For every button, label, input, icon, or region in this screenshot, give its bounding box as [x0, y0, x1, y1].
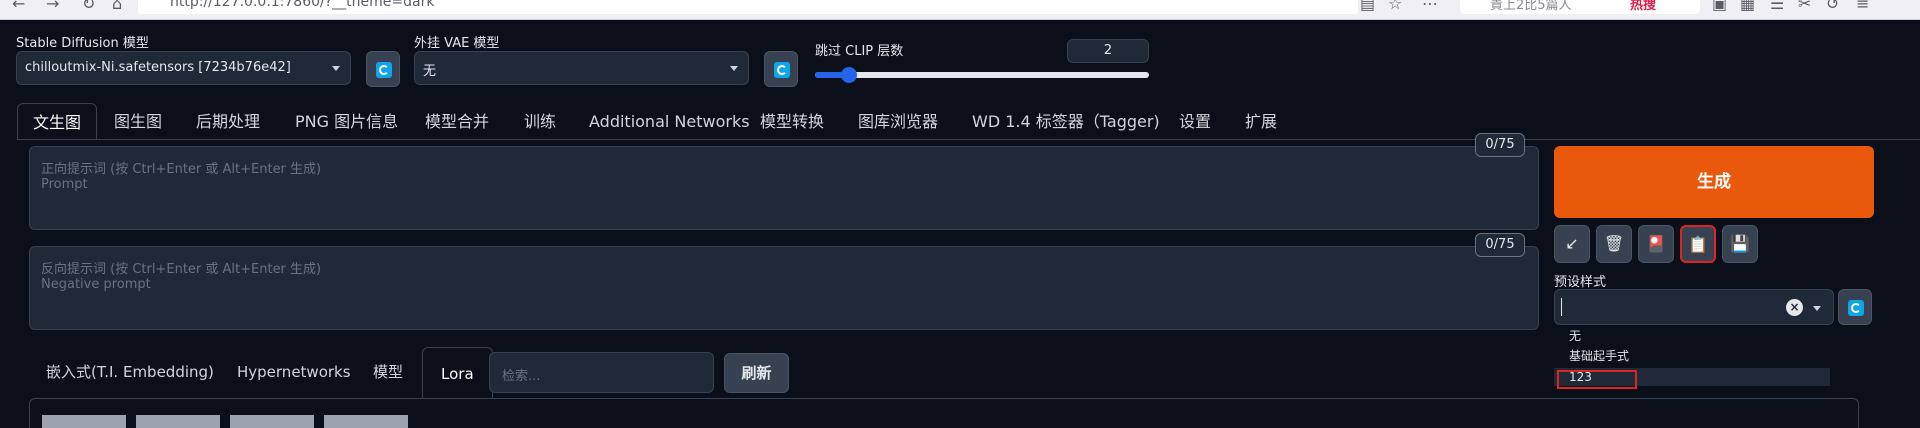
scissors-icon[interactable]: ✂	[1798, 0, 1811, 13]
vae-refresh-button[interactable]	[764, 51, 798, 87]
vae-dropdown[interactable]: 无	[414, 51, 749, 85]
prompt-placeholder-en: Prompt	[41, 177, 88, 192]
browser-toolbar: ← → ↻ ⌂ http://127.0.0.1:7860/?__theme=d…	[0, 0, 1920, 20]
negative-prompt-placeholder: 反向提示词 (按 Ctrl+Enter 或 Alt+Enter 生成)	[41, 262, 322, 277]
sd-model-refresh-button[interactable]	[366, 51, 400, 87]
vae-label: 外挂 VAE 模型	[414, 36, 500, 51]
reload-icon[interactable]: ↻	[82, 0, 95, 13]
lora-card[interactable]	[230, 415, 314, 428]
extra-networks-refresh-button[interactable]: 刷新	[724, 353, 789, 393]
hot-badge[interactable]: 热搜	[1630, 0, 1656, 13]
tab-settings[interactable]: 设置	[1179, 103, 1211, 140]
negative-prompt-token-counter: 0/75	[1475, 233, 1525, 257]
lora-card[interactable]	[42, 415, 126, 428]
tab-png-info[interactable]: PNG 图片信息	[295, 103, 398, 140]
clip-skip-slider-thumb[interactable]	[841, 67, 857, 83]
more-icon[interactable]: ⋯	[1422, 0, 1438, 13]
lora-card[interactable]	[324, 415, 408, 428]
vae-value: 无	[423, 64, 437, 79]
chevron-down-icon	[730, 66, 738, 71]
negative-prompt-textarea[interactable]: 反向提示词 (按 Ctrl+Enter 或 Alt+Enter 生成) Nega…	[29, 246, 1539, 330]
menu-icon[interactable]: ≡	[1856, 0, 1869, 13]
tab-train[interactable]: 训练	[524, 103, 556, 140]
sd-model-dropdown[interactable]: chilloutmix-Ni.safetensors [7234b76e42]	[16, 51, 351, 85]
clip-skip-label: 跳过 CLIP 层数	[815, 44, 904, 59]
tab-txt2img[interactable]: 文生图	[17, 103, 98, 140]
apply-style-button[interactable]: 📋	[1680, 225, 1716, 263]
style-option-basic[interactable]: 基础起手式	[1554, 347, 1830, 365]
style-option-highlight	[1557, 370, 1637, 389]
bookmark-star-icon[interactable]: ☆	[1388, 0, 1402, 13]
sd-model-value: chilloutmix-Ni.safetensors [7234b76e42]	[25, 60, 291, 75]
tab-additional-networks[interactable]: Additional Networks	[589, 103, 750, 140]
prompt-token-counter: 0/75	[1475, 133, 1525, 157]
tab-img2img[interactable]: 图生图	[114, 103, 162, 140]
read-params-button[interactable]: ↙	[1554, 225, 1590, 263]
generate-button[interactable]: 生成	[1554, 146, 1874, 218]
clear-icon[interactable]: ×	[1786, 299, 1803, 316]
save-style-button[interactable]: 💾	[1722, 225, 1758, 263]
lora-card[interactable]	[136, 415, 220, 428]
clip-skip-number-input[interactable]: 2	[1067, 39, 1149, 63]
tab-extras[interactable]: 后期处理	[196, 103, 260, 140]
tab-tagger[interactable]: WD 1.4 标签器（Tagger)	[972, 103, 1160, 140]
styles-refresh-button[interactable]	[1838, 289, 1872, 325]
tab-model-converter[interactable]: 模型转换	[760, 103, 824, 140]
clear-prompt-button[interactable]: 🗑	[1596, 225, 1632, 263]
tab-checkpoints[interactable]: 模型	[373, 352, 403, 392]
show-extra-networks-button[interactable]: 🎴	[1638, 225, 1674, 263]
url-text: http://127.0.0.1:7860/?__theme=dark	[170, 0, 435, 10]
tab-lora[interactable]: Lora	[422, 347, 493, 399]
refresh-icon	[1848, 300, 1864, 316]
text-cursor	[1561, 298, 1562, 316]
home-icon[interactable]: ⌂	[112, 0, 122, 13]
reader-icon[interactable]: ▤	[1360, 0, 1375, 13]
tab-extensions[interactable]: 扩展	[1245, 103, 1277, 140]
back-icon[interactable]: ←	[12, 0, 25, 13]
list-icon[interactable]: ☰	[1770, 0, 1784, 13]
tab-checkpoint-merger[interactable]: 模型合并	[425, 103, 489, 140]
negative-prompt-placeholder-en: Negative prompt	[41, 277, 151, 292]
sd-model-label: Stable Diffusion 模型	[16, 36, 149, 51]
chevron-down-icon[interactable]	[1813, 306, 1821, 311]
refresh-icon	[376, 62, 392, 78]
browser-search-text: 貴上2比5篇人	[1490, 0, 1572, 13]
tab-divider	[17, 139, 1920, 140]
tab-image-browser[interactable]: 图库浏览器	[858, 103, 938, 140]
extra-networks-search-input[interactable]: 检索...	[489, 352, 714, 393]
styles-dropdown[interactable]: ×	[1554, 289, 1834, 325]
refresh-icon	[774, 62, 790, 78]
prompt-placeholder: 正向提示词 (按 Ctrl+Enter 或 Alt+Enter 生成)	[41, 162, 322, 177]
chevron-down-icon	[332, 66, 340, 71]
extra-networks-search-placeholder: 检索...	[502, 369, 541, 384]
tab-hypernetworks[interactable]: Hypernetworks	[237, 352, 351, 392]
forward-icon[interactable]: →	[46, 0, 59, 13]
apps-icon[interactable]: ▦	[1740, 0, 1755, 13]
style-option-none[interactable]: 无	[1554, 327, 1830, 345]
tab-textual-inversion[interactable]: 嵌入式(T.I. Embedding)	[46, 352, 214, 392]
prompt-textarea[interactable]: 正向提示词 (按 Ctrl+Enter 或 Alt+Enter 生成) Prom…	[29, 146, 1539, 230]
styles-label: 预设样式	[1554, 275, 1607, 290]
extension-icon[interactable]: ▣	[1712, 0, 1727, 13]
undo-icon[interactable]: ↺	[1826, 0, 1839, 13]
clip-skip-slider[interactable]	[815, 72, 1149, 78]
